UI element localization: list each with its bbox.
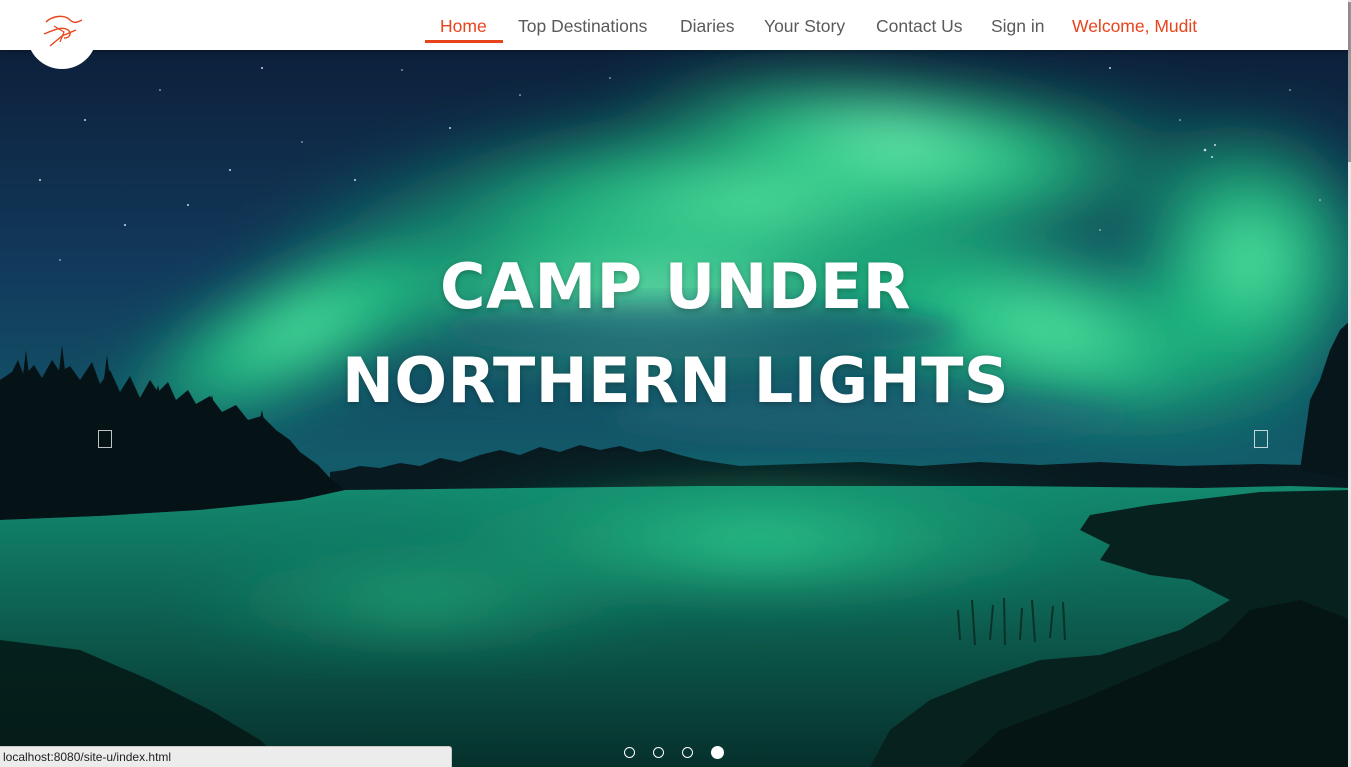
nav-welcome-user[interactable]: Welcome, Mudit [1072,13,1197,39]
caption-line-2: NORTHERN LIGHTS [341,344,1010,417]
carousel-prev-button[interactable] [98,430,112,448]
nav-top-destinations[interactable]: Top Destinations [518,13,647,39]
nav-contact-us[interactable]: Contact Us [876,13,963,39]
site-logo[interactable] [27,0,97,69]
nav-your-story[interactable]: Your Story [764,13,845,39]
status-url: localhost:8080/site-u/index.html [3,750,172,764]
carousel-indicator-2[interactable] [653,747,664,758]
nav-diaries[interactable]: Diaries [680,13,734,39]
carousel-indicator-3[interactable] [682,747,693,758]
main-nav: Home Top Destinations Diaries Your Story… [0,0,1348,50]
active-nav-indicator [425,40,503,43]
slide-caption: CAMP UNDER NORTHERN LIGHTS [0,240,1351,428]
caption-line-1: CAMP UNDER [440,250,911,323]
carousel-indicator-1[interactable] [624,747,635,758]
navbar: Home Top Destinations Diaries Your Story… [0,0,1348,50]
carousel-indicator-4[interactable] [711,746,724,759]
nav-sign-in[interactable]: Sign in [991,13,1045,39]
browser-status-bar: localhost:8080/site-u/index.html [0,746,452,767]
nav-home[interactable]: Home [440,13,487,39]
page: Home Top Destinations Diaries Your Story… [0,0,1351,767]
carousel-next-button[interactable] [1254,430,1268,448]
bird-logo-icon [43,15,83,47]
